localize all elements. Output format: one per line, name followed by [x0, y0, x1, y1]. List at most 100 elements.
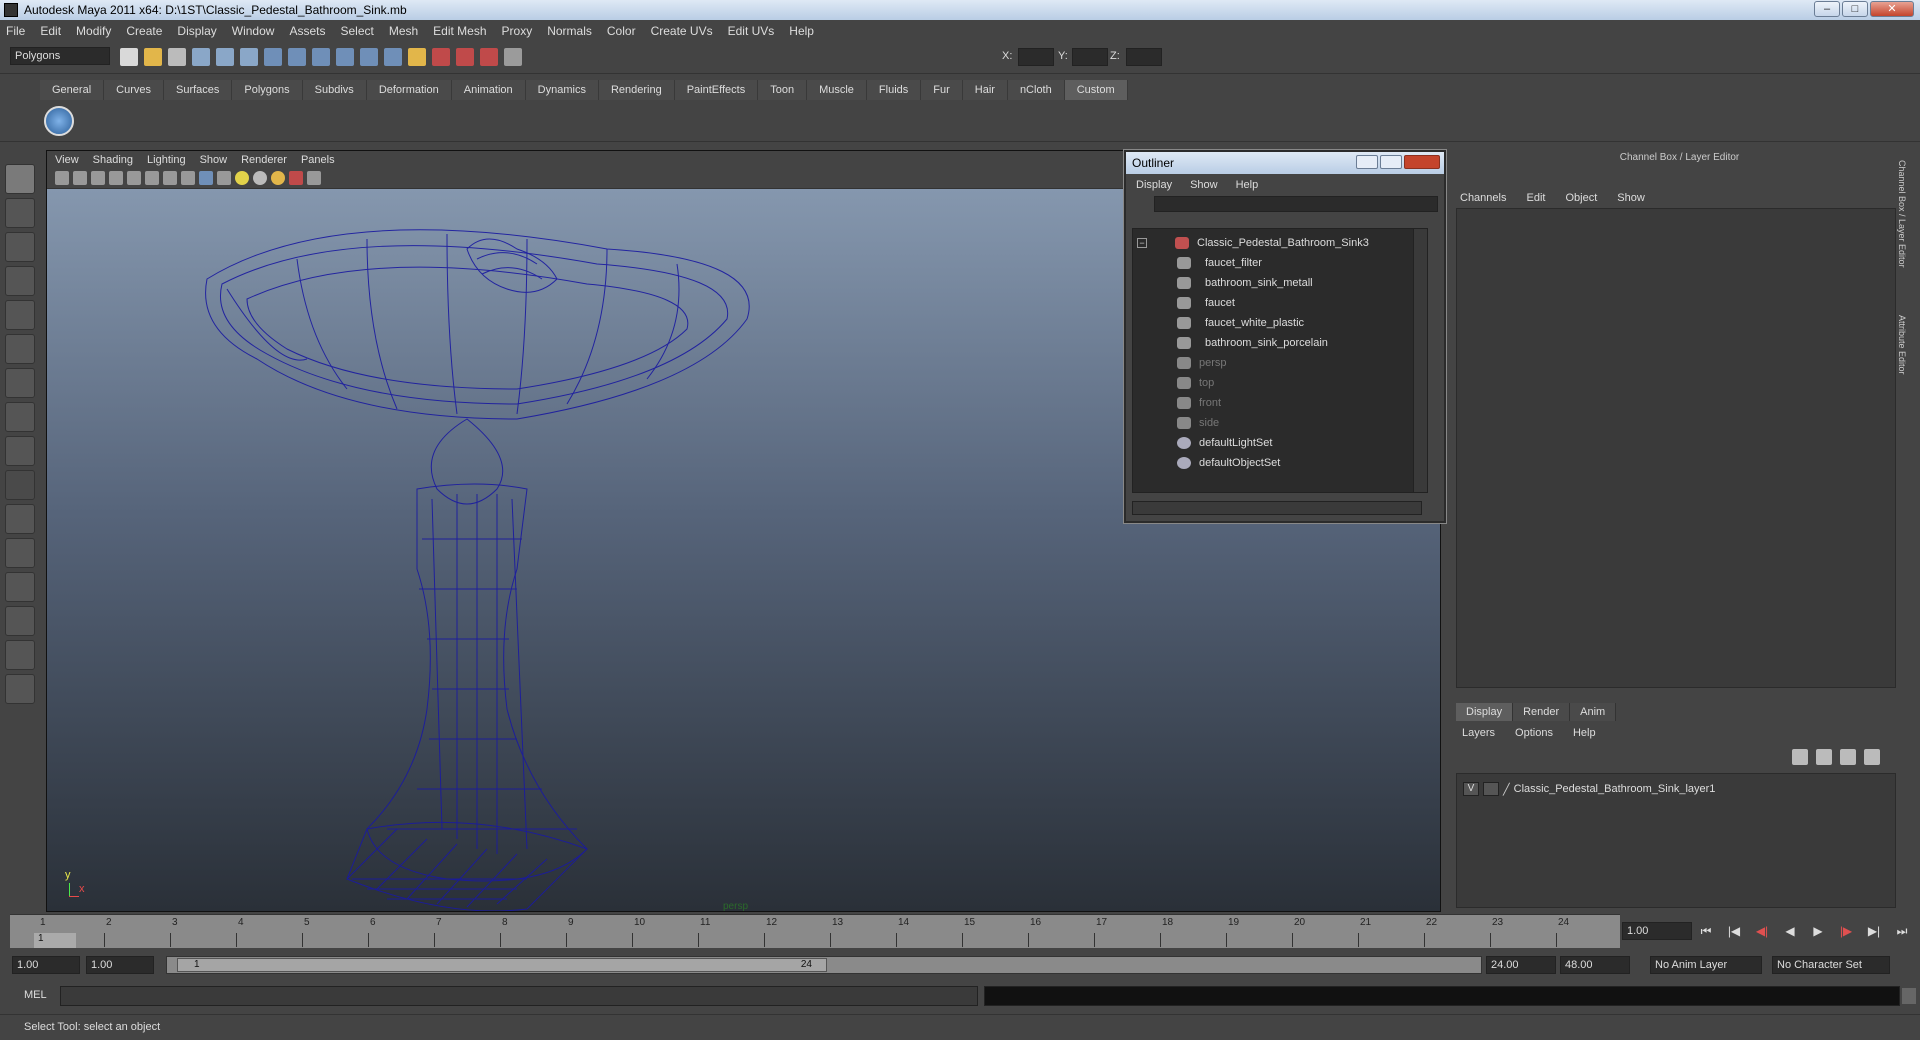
minimize-button[interactable]: – — [1814, 1, 1840, 17]
close-button[interactable]: ✕ — [1870, 1, 1914, 17]
anim-layer-dropdown[interactable]: No Anim Layer — [1650, 956, 1762, 974]
channel-menu-channels[interactable]: Channels — [1460, 192, 1506, 204]
layer-menu-help[interactable]: Help — [1573, 727, 1596, 739]
camera-attr-icon[interactable] — [73, 171, 87, 185]
scale-tool-icon[interactable] — [5, 334, 35, 364]
outliner-minimize-button[interactable] — [1356, 155, 1378, 169]
outliner-horizontal-scrollbar[interactable] — [1132, 501, 1422, 515]
tab-general[interactable]: General — [40, 80, 105, 100]
custom-shelf-check-icon[interactable] — [44, 106, 74, 136]
viewport-menu-view[interactable]: View — [55, 154, 79, 166]
time-slider[interactable]: 1 2 3 4 5 6 7 8 9 10 11 12 13 14 15 16 17 18 19 20 21 22 23 24 … — [10, 914, 1620, 948]
menu-create-uvs[interactable]: Create UVs — [651, 24, 713, 38]
layer-stack-icon[interactable] — [1816, 749, 1832, 765]
hypershade-icon[interactable] — [504, 48, 522, 66]
side-tab-attribute-editor[interactable]: Attribute Editor — [1895, 315, 1907, 395]
persp-hypergraph-layout-icon[interactable] — [5, 674, 35, 704]
tab-subdivs[interactable]: Subdivs — [302, 80, 367, 100]
range-slider[interactable]: 1 24 — [166, 956, 1482, 974]
bookmark-icon[interactable] — [91, 171, 105, 185]
tab-animation[interactable]: Animation — [451, 80, 526, 100]
menu-mesh[interactable]: Mesh — [389, 24, 418, 38]
ipr-render-icon[interactable] — [456, 48, 474, 66]
outliner-menu-help[interactable]: Help — [1236, 179, 1259, 191]
outliner-vertical-scrollbar[interactable] — [1413, 229, 1427, 492]
textured-icon[interactable] — [217, 171, 231, 185]
select-tool-icon[interactable] — [5, 164, 35, 194]
menu-assets[interactable]: Assets — [289, 24, 325, 38]
tab-anim[interactable]: Anim — [1570, 703, 1617, 721]
snap-curve-icon[interactable] — [288, 48, 306, 66]
outliner-row-mesh[interactable]: faucet — [1177, 293, 1235, 313]
menu-set-dropdown[interactable]: Polygons — [10, 47, 110, 65]
select-hierarchy-icon[interactable] — [192, 48, 210, 66]
shadows-icon[interactable] — [271, 171, 285, 185]
create-layer-icon[interactable] — [1840, 749, 1856, 765]
resolution-gate-icon[interactable] — [163, 171, 177, 185]
step-back-frame-icon[interactable]: ◀| — [1751, 922, 1773, 940]
tab-painteffects[interactable]: PaintEffects — [674, 80, 759, 100]
channel-menu-object[interactable]: Object — [1565, 192, 1597, 204]
outliner-row-camera[interactable]: persp — [1177, 353, 1227, 373]
rotate-tool-icon[interactable] — [5, 300, 35, 330]
layer-row[interactable]: V ╱ Classic_Pedestal_Bathroom_Sink_layer… — [1463, 780, 1715, 798]
add-selected-layer-icon[interactable] — [1864, 749, 1880, 765]
menu-select[interactable]: Select — [340, 24, 373, 38]
wireframe-icon[interactable] — [181, 171, 195, 185]
all-lights-icon[interactable] — [253, 171, 267, 185]
manipulator-tool-icon[interactable] — [5, 368, 35, 398]
last-tool-icon[interactable] — [5, 436, 35, 466]
menu-edit-mesh[interactable]: Edit Mesh — [433, 24, 486, 38]
tab-surfaces[interactable]: Surfaces — [163, 80, 233, 100]
collapse-toggle-icon[interactable]: − — [1137, 238, 1147, 248]
snap-grid-icon[interactable] — [264, 48, 282, 66]
tab-fur[interactable]: Fur — [921, 80, 963, 100]
lock-icon[interactable] — [408, 48, 426, 66]
play-forwards-icon[interactable]: ▶ — [1807, 922, 1829, 940]
four-view-layout-icon[interactable] — [5, 538, 35, 568]
maximize-button[interactable]: □ — [1842, 1, 1868, 17]
current-time-marker[interactable]: 1 — [34, 933, 76, 948]
tab-muscle[interactable]: Muscle — [807, 80, 867, 100]
side-tab-channel-box[interactable]: Channel Box / Layer Editor — [1895, 160, 1907, 300]
go-to-end-icon[interactable]: ⏭ — [1891, 922, 1913, 940]
outliner-row-mesh[interactable]: faucet_filter — [1177, 253, 1262, 273]
layer-visibility-toggle[interactable]: V — [1463, 782, 1479, 796]
outliner-row-camera[interactable]: front — [1177, 393, 1221, 413]
range-end-field[interactable]: 24.00 — [1486, 956, 1556, 974]
render-current-icon[interactable] — [432, 48, 450, 66]
menu-edit[interactable]: Edit — [40, 24, 61, 38]
menu-display[interactable]: Display — [177, 24, 216, 38]
x-input[interactable] — [1018, 48, 1054, 66]
range-slider-handle[interactable]: 1 24 — [177, 958, 827, 972]
single-perspective-layout-icon[interactable] — [5, 504, 35, 534]
tab-display[interactable]: Display — [1456, 703, 1514, 721]
step-back-key-icon[interactable]: |◀ — [1723, 922, 1745, 940]
select-object-icon[interactable] — [216, 48, 234, 66]
film-gate-icon[interactable] — [145, 171, 159, 185]
paint-select-tool-icon[interactable] — [5, 232, 35, 262]
viewport-menu-panels[interactable]: Panels — [301, 154, 335, 166]
viewport-menu-shading[interactable]: Shading — [93, 154, 133, 166]
menu-window[interactable]: Window — [232, 24, 275, 38]
channel-menu-show[interactable]: Show — [1617, 192, 1645, 204]
tab-polygons[interactable]: Polygons — [232, 80, 303, 100]
step-forward-key-icon[interactable]: ▶| — [1863, 922, 1885, 940]
script-editor-icon[interactable] — [1902, 988, 1916, 1004]
menu-normals[interactable]: Normals — [547, 24, 592, 38]
outliner-row-mesh[interactable]: bathroom_sink_porcelain — [1177, 333, 1328, 353]
outliner-row-camera[interactable]: top — [1177, 373, 1214, 393]
tab-render[interactable]: Render — [1513, 703, 1571, 721]
outliner-row-mesh[interactable]: bathroom_sink_metall — [1177, 273, 1313, 293]
outliner-row-mesh[interactable]: faucet_white_plastic — [1177, 313, 1304, 333]
outliner-menu-show[interactable]: Show — [1190, 179, 1218, 191]
layer-template-toggle[interactable] — [1483, 782, 1499, 796]
outliner-filter-input[interactable] — [1154, 196, 1438, 212]
tab-dynamics[interactable]: Dynamics — [525, 80, 599, 100]
menu-edit-uvs[interactable]: Edit UVs — [728, 24, 775, 38]
outliner-titlebar[interactable]: Outliner — [1126, 152, 1444, 174]
mel-label[interactable]: MEL — [24, 989, 47, 1001]
outliner-row-set[interactable]: defaultObjectSet — [1177, 453, 1280, 473]
layer-menu-options[interactable]: Options — [1515, 727, 1553, 739]
layer-color-swatch-icon[interactable]: ╱ — [1503, 783, 1510, 796]
